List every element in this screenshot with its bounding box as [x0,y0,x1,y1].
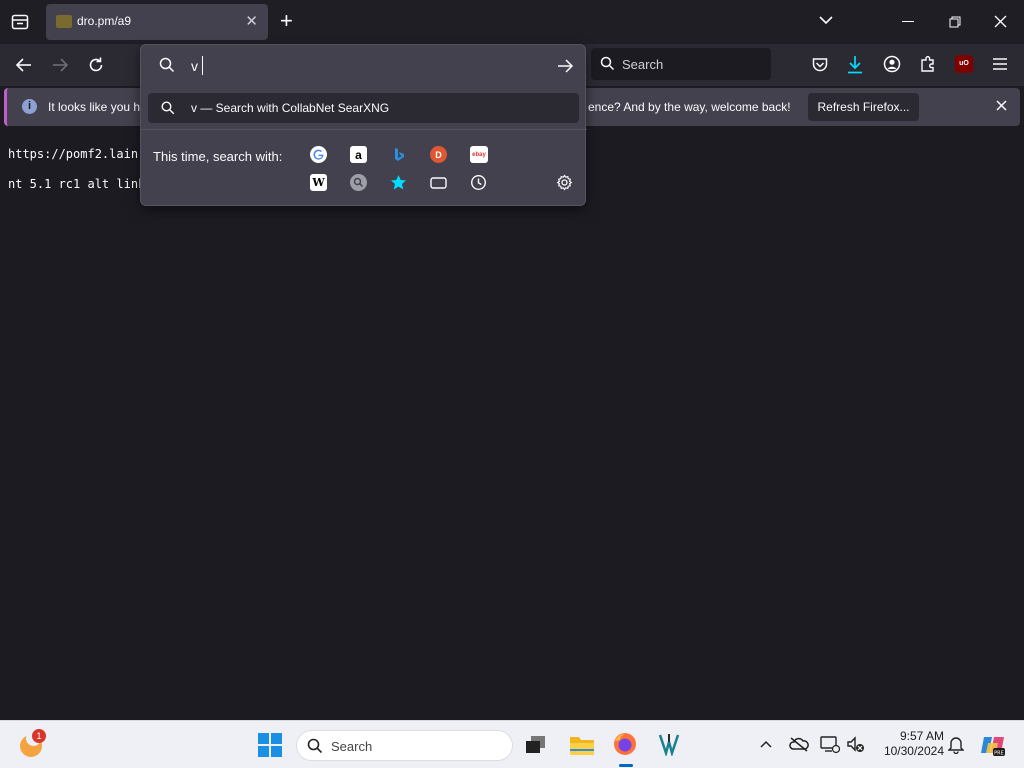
ebay-engine-icon[interactable]: ebay [470,146,488,163]
urlbar-popup: v v — Search with CollabNet SearXNG This… [140,44,587,206]
text-caret [202,56,203,75]
wikipedia-engine-icon[interactable]: W [310,174,327,191]
notification-close-icon[interactable] [995,99,1008,112]
task-view-icon[interactable] [525,736,547,754]
tab-title: dro.pm/a9 [77,14,132,28]
urlbar-input[interactable]: v [141,45,587,87]
file-explorer-icon[interactable] [569,734,595,756]
taskbar-search-icon [307,738,323,754]
info-icon: i [22,99,37,114]
menu-icon[interactable] [992,57,1008,71]
content-line-1: https://pomf2.lain. [8,147,146,161]
restore-button[interactable] [949,16,961,28]
content-line-2: nt 5.1 rc1 alt link [8,177,146,191]
search-bar-placeholder: Search [622,57,664,72]
network-icon[interactable] [820,736,840,754]
searxng-engine-icon[interactable] [350,174,367,191]
show-hidden-icons-chevron-icon[interactable] [760,740,772,748]
copilot-icon[interactable]: PRE [980,733,1006,757]
bing-engine-icon[interactable] [390,146,407,163]
go-arrow-icon[interactable] [557,58,574,74]
pocket-icon[interactable] [811,56,829,74]
volume-muted-icon[interactable] [847,736,865,754]
clock-time: 9:57 AM [899,729,944,743]
history-clock-icon[interactable] [470,174,487,191]
notifications-bell-icon[interactable] [948,736,964,754]
forward-button[interactable] [51,57,69,73]
search-bar[interactable]: Search [591,48,771,80]
tab-active[interactable]: dro.pm/a9 ✕ [46,4,268,40]
google-engine-icon[interactable] [310,146,327,163]
minimize-button[interactable] [902,21,914,22]
firefox-active-indicator [619,764,633,767]
one-off-search-label: This time, search with: [153,149,283,164]
windows-start-icon[interactable] [258,733,282,757]
search-settings-gear-icon[interactable] [556,174,573,191]
urlbar-search-icon [159,57,175,73]
duckduckgo-engine-icon[interactable]: D [430,146,447,163]
tab-favicon-icon [56,15,72,28]
notification-text-right: ence? And by the way, welcome back! [588,100,791,114]
popup-divider [141,129,587,130]
result-search-icon [161,101,175,115]
ublock-origin-icon[interactable]: uO [955,55,973,73]
taskbar-search-box[interactable]: Search [296,730,513,761]
close-window-button[interactable] [994,15,1007,28]
clock-date: 10/30/2024 [883,744,944,758]
reload-button[interactable] [87,56,105,74]
notification-text-left: It looks like you ha [48,100,147,114]
search-icon [600,56,615,71]
urlbar-result-search[interactable]: v — Search with CollabNet SearXNG [148,93,579,123]
app-taskbar-icon[interactable] [657,732,681,756]
onedrive-sync-icon[interactable] [789,736,809,752]
weather-widget-icon[interactable]: 1 [20,729,46,757]
urlbar-value: v [191,58,198,74]
svg-text:PRE: PRE [994,751,1004,757]
back-button[interactable] [15,57,33,73]
account-icon[interactable] [883,55,901,73]
list-all-tabs-icon[interactable] [10,12,30,32]
tab-strip: dro.pm/a9 ✕ + [0,0,1024,44]
amazon-engine-icon[interactable]: a [350,146,367,163]
refresh-firefox-button[interactable]: Refresh Firefox... [808,93,919,121]
extensions-icon[interactable] [919,55,937,73]
downloads-icon[interactable] [846,55,864,75]
taskbar-search-placeholder: Search [331,739,373,754]
taskbar: 1 Search 9:57 AM 10/30/2024 PRE [0,720,1024,768]
firefox-taskbar-icon[interactable] [612,731,638,757]
tab-close-icon[interactable]: ✕ [245,12,258,30]
weather-badge: 1 [32,729,46,743]
bookmarks-star-icon[interactable] [390,174,407,191]
tab-overflow-chevron-icon[interactable] [818,14,834,26]
new-tab-button[interactable]: + [280,10,293,32]
system-clock[interactable]: 9:57 AM 10/30/2024 [876,729,944,759]
result-text: v — Search with CollabNet SearXNG [191,101,390,115]
tabs-icon[interactable] [430,174,447,191]
